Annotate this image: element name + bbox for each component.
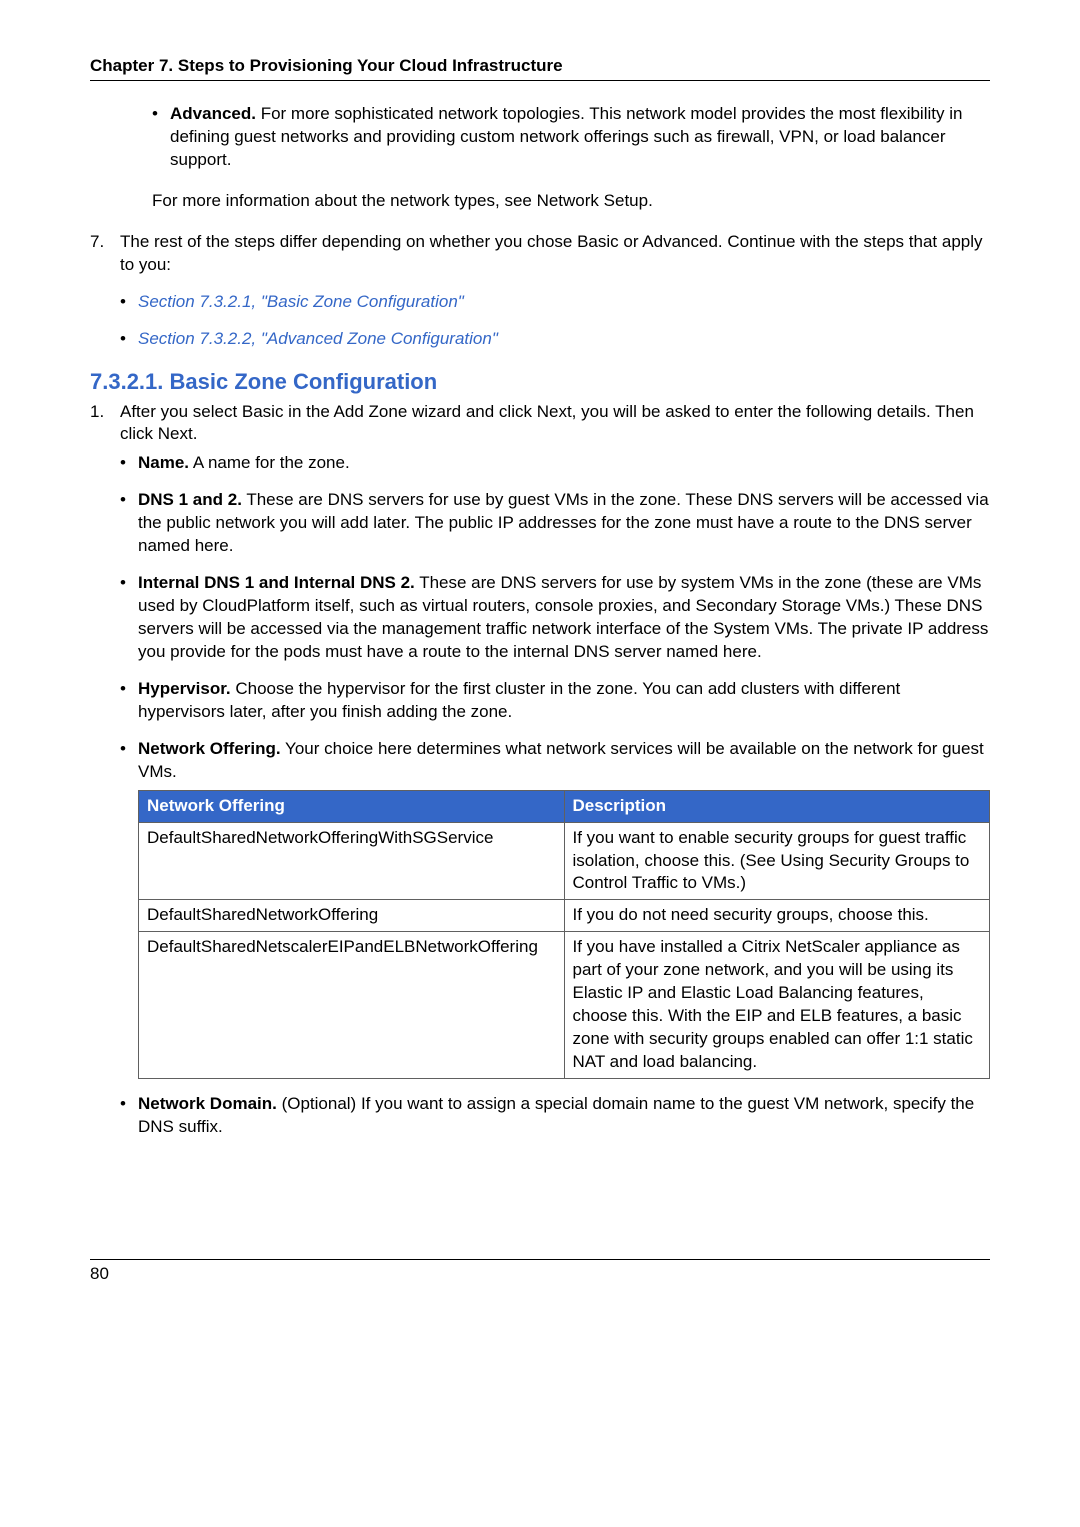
advanced-bullet-list: Advanced. For more sophisticated network… [152,103,990,172]
field-dns-label: DNS 1 and 2. [138,490,242,509]
field-network-domain: Network Domain. (Optional) If you want t… [120,1093,990,1139]
table-cell-description: If you want to enable security groups fo… [564,822,990,900]
link-advanced-zone-text[interactable]: Section 7.3.2.2, "Advanced Zone Configur… [138,329,498,348]
table-row: DefaultSharedNetworkOffering If you do n… [139,900,990,932]
header-rule [90,80,990,81]
advanced-bullet: Advanced. For more sophisticated network… [152,103,990,172]
field-name-label: Name. [138,453,189,472]
link-basic-zone: Section 7.3.2.1, "Basic Zone Configurati… [120,291,990,314]
link-advanced-zone: Section 7.3.2.2, "Advanced Zone Configur… [120,328,990,351]
table-cell-offering: DefaultSharedNetscalerEIPandELBNetworkOf… [139,932,565,1079]
table-row: DefaultSharedNetworkOfferingWithSGServic… [139,822,990,900]
link-basic-zone-text[interactable]: Section 7.3.2.1, "Basic Zone Configurati… [138,292,464,311]
more-info-paragraph: For more information about the network t… [152,190,990,213]
table-row: DefaultSharedNetscalerEIPandELBNetworkOf… [139,932,990,1079]
network-offering-table: Network Offering Description DefaultShar… [138,790,990,1079]
field-internal-dns: Internal DNS 1 and Internal DNS 2. These… [120,572,990,664]
field-name: Name. A name for the zone. [120,452,990,475]
field-dns-text: These are DNS servers for use by guest V… [138,490,989,555]
page-number: 80 [90,1264,990,1284]
table-cell-offering: DefaultSharedNetworkOfferingWithSGServic… [139,822,565,900]
step-1-number: 1. [90,401,104,424]
section-title: 7.3.2.1. Basic Zone Configuration [90,369,990,395]
step-7-number: 7. [90,231,104,254]
advanced-label: Advanced. [170,104,256,123]
table-header-offering: Network Offering [139,790,565,822]
page-footer: 80 [90,1259,990,1284]
field-network-offering-label: Network Offering. [138,739,281,758]
step-7: 7. The rest of the steps differ dependin… [90,231,990,351]
table-cell-description: If you have installed a Citrix NetScaler… [564,932,990,1079]
field-internal-dns-label: Internal DNS 1 and Internal DNS 2. [138,573,415,592]
field-hypervisor-label: Hypervisor. [138,679,231,698]
step-7-text: The rest of the steps differ depending o… [120,232,983,274]
step-1-text: After you select Basic in the Add Zone w… [120,402,974,444]
advanced-text: For more sophisticated network topologie… [170,104,962,169]
running-header: Chapter 7. Steps to Provisioning Your Cl… [90,56,990,80]
field-dns: DNS 1 and 2. These are DNS servers for u… [120,489,990,558]
field-name-text: A name for the zone. [189,453,350,472]
field-hypervisor-text: Choose the hypervisor for the first clus… [138,679,900,721]
step-1: 1. After you select Basic in the Add Zon… [90,401,990,1139]
table-cell-description: If you do not need security groups, choo… [564,900,990,932]
field-network-offering: Network Offering. Your choice here deter… [120,738,990,1079]
table-cell-offering: DefaultSharedNetworkOffering [139,900,565,932]
field-network-domain-label: Network Domain. [138,1094,277,1113]
table-header-row: Network Offering Description [139,790,990,822]
field-hypervisor: Hypervisor. Choose the hypervisor for th… [120,678,990,724]
table-header-description: Description [564,790,990,822]
footer-rule [90,1259,990,1260]
